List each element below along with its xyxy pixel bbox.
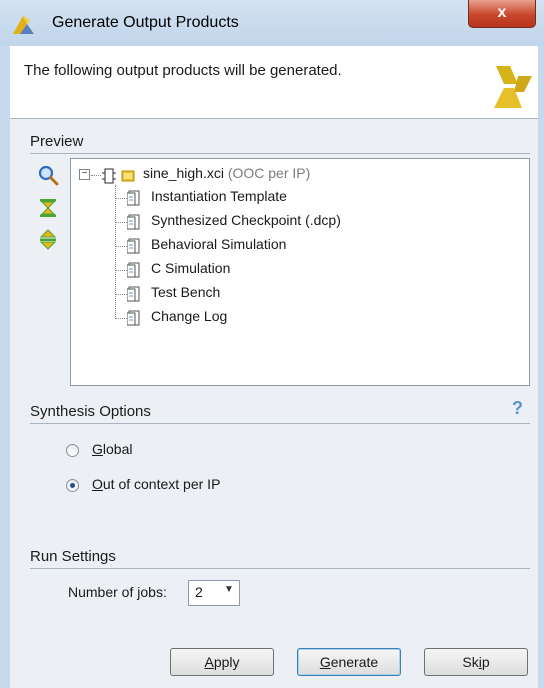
vivado-app-icon xyxy=(13,16,34,34)
ip-core-icon xyxy=(102,168,116,184)
help-icon[interactable]: ? xyxy=(512,398,523,419)
document-icon xyxy=(127,214,140,230)
document-icon xyxy=(127,286,140,302)
mnemonic-key: O xyxy=(92,476,103,492)
tree-connector xyxy=(91,175,101,176)
header-band xyxy=(10,46,538,119)
chevron-down-icon[interactable]: ▼ xyxy=(224,584,234,595)
tree-connector xyxy=(115,270,127,271)
tree-connector-line xyxy=(115,185,116,317)
run-settings-divider xyxy=(30,568,530,569)
tree-connector xyxy=(115,318,127,319)
close-button[interactable]: x xyxy=(468,0,536,28)
label-text: ut of context per IP xyxy=(102,476,221,492)
label-text: enerate xyxy=(330,654,379,670)
dialog-window: Generate Output Products x The following… xyxy=(0,0,544,688)
tree-connector xyxy=(115,294,127,295)
header-message: The following output products will be ge… xyxy=(24,62,342,79)
ooc-hint: (OOC per IP) xyxy=(227,165,311,181)
ip-file-name: sine_high.xci xyxy=(143,165,224,181)
search-icon[interactable] xyxy=(38,165,60,187)
title-bar[interactable]: Generate Output Products x xyxy=(0,0,544,46)
mnemonic-key: G xyxy=(92,441,103,457)
synthesis-options-title: Synthesis Options xyxy=(30,403,151,420)
expand-all-icon[interactable] xyxy=(38,229,60,251)
synthesis-divider xyxy=(30,423,530,424)
tree-item-label: Change Log xyxy=(151,308,228,324)
jobs-label: Number of jobs: xyxy=(68,584,167,600)
document-icon xyxy=(127,190,140,206)
global-radio[interactable] xyxy=(66,444,79,457)
skip-button[interactable]: Skip xyxy=(424,648,528,676)
tree-root-label: sine_high.xci (OOC per IP) xyxy=(143,165,310,181)
tree-item-label: Instantiation Template xyxy=(151,188,287,204)
tree-item-label: Synthesized Checkpoint (.dcp) xyxy=(151,212,341,228)
label-text: lobal xyxy=(102,441,133,457)
apply-button[interactable]: Apply xyxy=(170,648,274,676)
tree-item-label: C Simulation xyxy=(151,260,231,276)
xilinx-logo-icon xyxy=(494,66,532,108)
tree-connector xyxy=(115,222,127,223)
number-of-jobs-select[interactable]: 2 ▼ xyxy=(188,580,240,606)
window-frame-left xyxy=(0,46,10,688)
ooc-per-ip-radio-label: Out of context per IP xyxy=(92,476,220,492)
jobs-value: 2 xyxy=(195,584,203,600)
document-icon xyxy=(127,238,140,254)
tree-connector xyxy=(115,198,127,199)
window-title: Generate Output Products xyxy=(52,14,239,31)
preview-section-title: Preview xyxy=(30,133,84,150)
ooc-per-ip-radio[interactable] xyxy=(66,479,79,492)
collapse-all-icon[interactable] xyxy=(38,197,60,219)
window-frame-right xyxy=(538,46,544,688)
run-settings-title: Run Settings xyxy=(30,548,116,565)
document-icon xyxy=(127,310,140,326)
label-text: p xyxy=(481,654,490,670)
label-text: obs: xyxy=(140,584,167,600)
tree-item-label: Behavioral Simulation xyxy=(151,236,287,252)
mnemonic-key: G xyxy=(319,654,331,670)
generate-button[interactable]: Generate xyxy=(297,648,401,676)
label-text: Number of xyxy=(68,584,138,600)
tree-item-label: Test Bench xyxy=(151,284,221,300)
global-radio-label: Global xyxy=(92,441,132,457)
folder-icon xyxy=(121,170,135,182)
document-icon xyxy=(127,262,140,278)
collapse-toggle-icon[interactable]: − xyxy=(79,169,90,180)
output-products-tree[interactable]: − sine_high.xci (OOC per IP) Instantiati… xyxy=(70,158,530,386)
preview-divider xyxy=(30,153,530,154)
label-text: pply xyxy=(213,654,240,670)
tree-connector xyxy=(115,246,127,247)
mnemonic-key: A xyxy=(204,654,214,670)
label-text: Sk xyxy=(462,654,479,670)
